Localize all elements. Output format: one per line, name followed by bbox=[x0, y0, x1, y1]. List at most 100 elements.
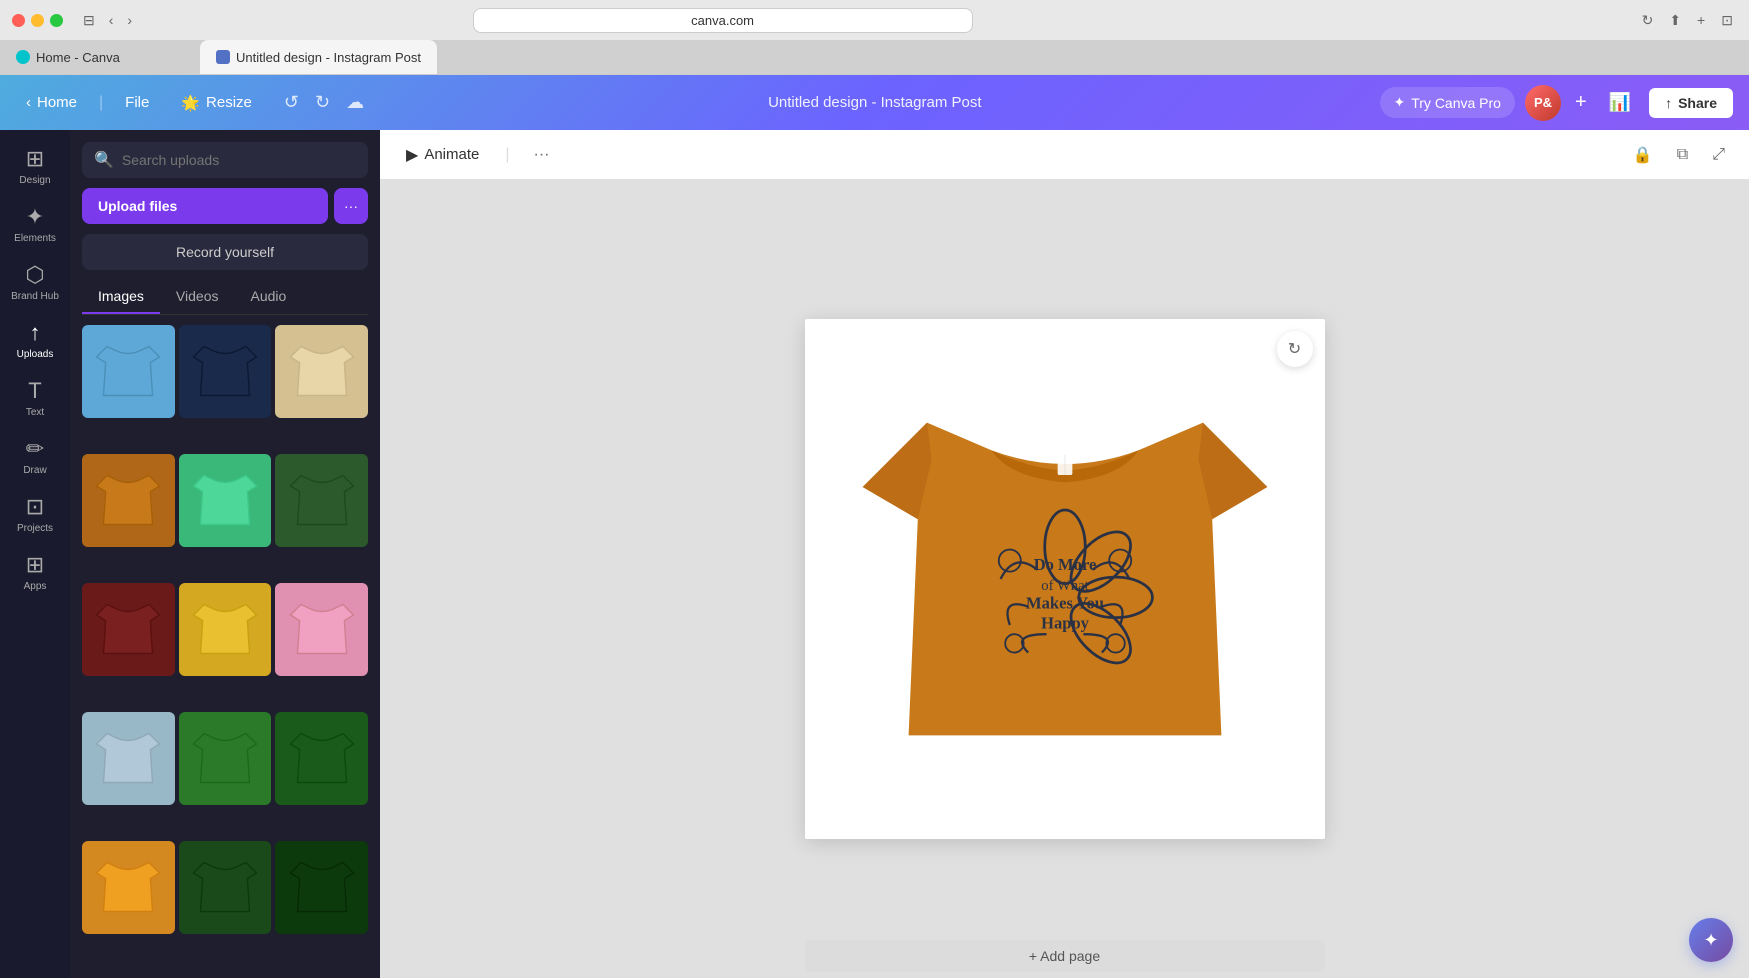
back-btn[interactable]: ‹ bbox=[105, 10, 118, 31]
tab-home[interactable]: Home - Canva bbox=[0, 40, 200, 74]
list-item[interactable] bbox=[275, 841, 368, 934]
tab-images-label: Images bbox=[98, 288, 144, 304]
tab-audio[interactable]: Audio bbox=[234, 280, 302, 314]
undo-btn[interactable]: ↺ bbox=[278, 88, 305, 117]
image-grid bbox=[82, 325, 368, 966]
tshirt-thumb-light-blue bbox=[82, 325, 175, 418]
design-icon: ⊞ bbox=[26, 146, 44, 172]
copy-btn[interactable]: ⧉ bbox=[1669, 141, 1696, 169]
list-item[interactable] bbox=[179, 712, 272, 805]
home-label: Home bbox=[37, 94, 77, 111]
magic-btn[interactable]: ✦ bbox=[1689, 918, 1733, 962]
minimize-traffic-light[interactable] bbox=[31, 14, 44, 27]
sidebar-item-design[interactable]: ⊞ Design bbox=[4, 138, 66, 194]
traffic-lights bbox=[12, 14, 63, 27]
forward-btn[interactable]: › bbox=[123, 10, 136, 31]
tshirt-thumb-orange bbox=[82, 841, 175, 934]
search-icon: 🔍 bbox=[94, 150, 114, 170]
more-options-btn[interactable]: ··· bbox=[526, 142, 558, 168]
refresh-page-btn[interactable]: ↻ bbox=[1638, 10, 1658, 31]
share-btn[interactable]: ↑ Share bbox=[1649, 88, 1733, 118]
tab-audio-label: Audio bbox=[250, 288, 286, 304]
more-tabs-btn[interactable]: ⊡ bbox=[1717, 10, 1737, 31]
tab-design[interactable]: Untitled design - Instagram Post bbox=[200, 40, 437, 74]
nav-resize-btn[interactable]: 🌟 Resize bbox=[171, 88, 262, 118]
animate-icon: ▶ bbox=[406, 145, 418, 165]
upload-more-btn[interactable]: ··· bbox=[334, 188, 368, 224]
list-item[interactable] bbox=[179, 325, 272, 418]
icon-sidebar: ⊞ Design ✦ Elements ⬡ Brand Hub ↑ Upload… bbox=[0, 130, 70, 978]
upload-files-btn[interactable]: Upload files bbox=[82, 188, 328, 224]
search-input[interactable] bbox=[122, 152, 356, 168]
draw-icon: ✏ bbox=[26, 436, 44, 462]
design-label: Design bbox=[19, 175, 50, 186]
nav-right: ✦ Try Canva Pro P& + 📊 ↑ Share bbox=[1380, 85, 1734, 121]
list-item[interactable] bbox=[82, 712, 175, 805]
tshirt-thumb-beige bbox=[275, 325, 368, 418]
sidebar-toggle-btn[interactable]: ⊟ bbox=[79, 10, 99, 31]
expand-btn[interactable]: ⤢ bbox=[1704, 141, 1733, 169]
list-item[interactable] bbox=[275, 712, 368, 805]
brand-hub-icon: ⬡ bbox=[25, 262, 44, 288]
canvas-workspace[interactable]: Do More of What Makes You Happy ↻ + Add … bbox=[380, 180, 1749, 978]
tshirt-thumb-forest-green bbox=[275, 712, 368, 805]
list-item[interactable] bbox=[179, 454, 272, 547]
avatar-btn[interactable]: P& bbox=[1525, 85, 1561, 121]
undo-redo-group: ↺ ↻ ☁ bbox=[278, 88, 370, 117]
record-label: Record yourself bbox=[176, 244, 274, 260]
tab-videos-label: Videos bbox=[176, 288, 219, 304]
list-item[interactable] bbox=[82, 583, 175, 676]
canvas-toolbar: ▶ Animate | ··· 🔒 ⧉ ⤢ bbox=[380, 130, 1749, 180]
list-item[interactable] bbox=[179, 583, 272, 676]
record-yourself-btn[interactable]: Record yourself bbox=[82, 234, 368, 270]
upload-more-icon: ··· bbox=[344, 198, 358, 214]
add-page-bar: + Add page bbox=[380, 934, 1749, 978]
list-item[interactable] bbox=[82, 841, 175, 934]
tshirt-main-svg: Do More of What Makes You Happy bbox=[835, 349, 1295, 809]
sidebar-item-draw[interactable]: ✏ Draw bbox=[4, 428, 66, 484]
nav-home-btn[interactable]: ‹ Home bbox=[16, 88, 87, 117]
text-icon: T bbox=[28, 378, 41, 404]
list-item[interactable] bbox=[275, 583, 368, 676]
elements-label: Elements bbox=[14, 233, 56, 244]
animate-btn[interactable]: ▶ Animate bbox=[396, 139, 489, 171]
share-page-btn[interactable]: ⬆ bbox=[1665, 10, 1685, 31]
refresh-btn[interactable]: ↻ bbox=[1277, 331, 1313, 367]
brand-hub-label: Brand Hub bbox=[11, 291, 59, 302]
url-bar[interactable]: canva.com bbox=[473, 8, 973, 33]
media-tabs: Images Videos Audio bbox=[82, 280, 368, 315]
try-pro-btn[interactable]: ✦ Try Canva Pro bbox=[1380, 87, 1515, 118]
list-item[interactable] bbox=[82, 325, 175, 418]
try-pro-label: Try Canva Pro bbox=[1411, 95, 1501, 111]
sidebar-item-brand-hub[interactable]: ⬡ Brand Hub bbox=[4, 254, 66, 310]
uploads-panel: 🔍 Upload files ··· Record yourself Image… bbox=[70, 130, 380, 978]
list-item[interactable] bbox=[82, 454, 175, 547]
list-item[interactable] bbox=[275, 454, 368, 547]
avatar-label: P& bbox=[1534, 95, 1552, 110]
redo-btn[interactable]: ↻ bbox=[309, 88, 336, 117]
nav-file-btn[interactable]: File bbox=[115, 88, 159, 117]
nav-plus-btn[interactable]: + bbox=[1571, 87, 1591, 118]
analytics-btn[interactable]: 📊 bbox=[1601, 88, 1639, 117]
canvas-frame: Do More of What Makes You Happy ↻ bbox=[805, 319, 1325, 839]
add-page-btn[interactable]: + Add page bbox=[805, 940, 1325, 972]
sidebar-item-apps[interactable]: ⊞ Apps bbox=[4, 544, 66, 600]
list-item[interactable] bbox=[179, 841, 272, 934]
fullscreen-traffic-light[interactable] bbox=[50, 14, 63, 27]
tshirt-thumb-yellow bbox=[179, 583, 272, 676]
sidebar-item-uploads[interactable]: ↑ Uploads bbox=[4, 312, 66, 368]
lock-btn[interactable]: 🔒 bbox=[1625, 141, 1661, 169]
tab-images[interactable]: Images bbox=[82, 280, 160, 314]
new-tab-btn[interactable]: + bbox=[1693, 10, 1709, 31]
uploads-icon: ↑ bbox=[30, 320, 41, 346]
sidebar-item-elements[interactable]: ✦ Elements bbox=[4, 196, 66, 252]
list-item[interactable] bbox=[275, 325, 368, 418]
sidebar-item-projects[interactable]: ⊡ Projects bbox=[4, 486, 66, 542]
sidebar-item-text[interactable]: T Text bbox=[4, 370, 66, 426]
draw-label: Draw bbox=[23, 465, 46, 476]
tab-videos[interactable]: Videos bbox=[160, 280, 235, 314]
tab-home-label: Home - Canva bbox=[36, 50, 120, 65]
close-traffic-light[interactable] bbox=[12, 14, 25, 27]
cloud-save-btn[interactable]: ☁ bbox=[340, 88, 370, 117]
share-label: Share bbox=[1678, 95, 1717, 111]
